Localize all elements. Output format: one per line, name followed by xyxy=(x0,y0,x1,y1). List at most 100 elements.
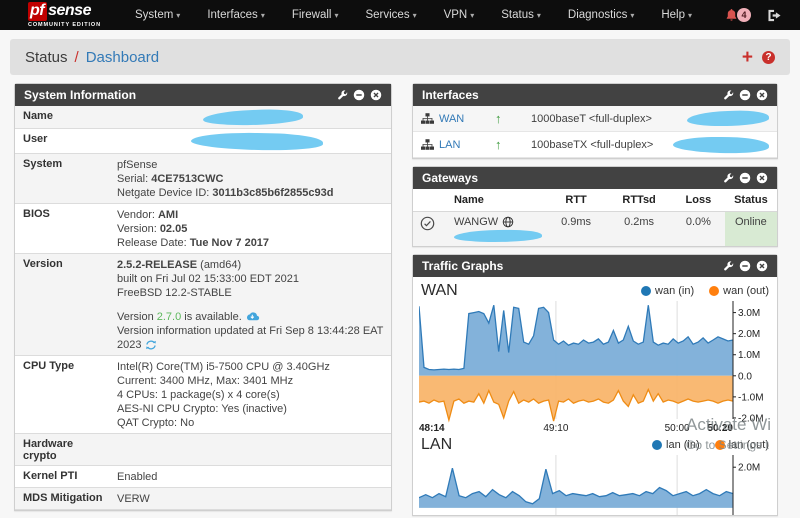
redacted-value xyxy=(190,131,324,152)
minus-circle-icon[interactable] xyxy=(739,89,751,101)
sysinfo-row-kernel-pti: Kernel PTI Enabled xyxy=(15,466,391,488)
refresh-icon[interactable] xyxy=(145,339,157,351)
legend-item: lan (in) xyxy=(652,439,700,451)
lan-graph-section: LAN lan (in) lan (out) 2.0M xyxy=(419,434,771,515)
svg-text:2.0M: 2.0M xyxy=(738,329,760,340)
interface-link-lan[interactable]: LAN xyxy=(439,139,473,151)
breadcrumb-section: Status xyxy=(25,48,68,66)
wrench-icon[interactable] xyxy=(337,89,348,101)
close-circle-icon[interactable] xyxy=(756,260,768,272)
value-line: Current: 3400 MHz, Max: 3401 MHz xyxy=(117,374,385,388)
caret-down-icon: ▾ xyxy=(176,11,181,20)
breadcrumb-page-link[interactable]: Dashboard xyxy=(86,49,159,66)
pfsense-logo-text: pf sense xyxy=(28,1,101,21)
minus-circle-icon[interactable] xyxy=(739,172,751,184)
menu-interfaces[interactable]: Interfaces ▾ xyxy=(207,9,265,21)
gateways-header: Gateways xyxy=(413,167,777,189)
minus-circle-icon[interactable] xyxy=(739,260,751,272)
value-text: Release Date: xyxy=(117,237,190,249)
dashboard-main: System Information Name User System pfSense… xyxy=(0,83,800,518)
sitemap-icon xyxy=(421,139,434,150)
close-circle-icon[interactable] xyxy=(756,172,768,184)
wrench-icon[interactable] xyxy=(723,89,734,101)
menu-label: System xyxy=(134,9,174,21)
traffic-graphs-panel: Traffic Graphs WAN wan (in) wan (out) 3.0M 2… xyxy=(412,254,778,516)
menu-diagnostics[interactable]: Diagnostics ▾ xyxy=(568,9,634,21)
redacted-value xyxy=(453,229,543,243)
globe-icon xyxy=(502,216,514,228)
panel-title: Interfaces xyxy=(422,88,479,102)
value-text: 02.05 xyxy=(159,223,188,235)
value-text: AES-NI CPU Crypto: Yes (inactive) xyxy=(117,403,287,415)
value-line: Vendor: AMI xyxy=(117,208,385,222)
logo-edition: COMMUNITY EDITION xyxy=(28,21,101,28)
close-circle-icon[interactable] xyxy=(756,89,768,101)
row-value: 2.5.2-RELEASE (amd64) built on Fri Jul 02… xyxy=(113,254,391,356)
wrench-icon[interactable] xyxy=(723,260,734,272)
legend-dot-icon xyxy=(652,440,663,450)
cloud-download-icon[interactable] xyxy=(245,311,260,323)
value-text: Version xyxy=(117,311,157,323)
row-value: Enabled xyxy=(113,466,391,488)
value-text: VERW xyxy=(117,493,150,505)
menu-status[interactable]: Status ▾ xyxy=(501,9,541,21)
gateway-name-cell: WANGW xyxy=(442,212,546,247)
value-text: Tue Nov 7 2017 xyxy=(189,237,270,249)
legend-dot-icon xyxy=(709,286,720,296)
gateway-rtt: 0.9ms xyxy=(561,216,592,228)
value-text: Version information updated at Fri Sep 8… xyxy=(117,325,384,351)
menu-firewall[interactable]: Firewall ▾ xyxy=(292,9,339,21)
breadcrumb-separator: / xyxy=(74,48,79,66)
interface-row-wan: WAN ↑ 1000baseT <full-duplex> xyxy=(413,106,777,132)
caret-down-icon: ▾ xyxy=(688,11,693,20)
left-column: System Information Name User System pfSense… xyxy=(14,83,392,518)
row-label: CPU Type xyxy=(23,360,75,372)
svg-text:2.0M: 2.0M xyxy=(738,463,760,474)
interfaces-rows: WAN ↑ 1000baseT <full-duplex> LAN ↑ 100baseTX… xyxy=(413,106,777,158)
row-value: pfSense Serial: 4CE7513CWC Netgate Device … xyxy=(113,154,391,204)
logo-sense: sense xyxy=(48,1,91,19)
pfsense-logo[interactable]: pf sense COMMUNITY EDITION xyxy=(28,1,101,29)
logout-button[interactable] xyxy=(767,9,782,22)
sysinfo-row-user: User xyxy=(15,129,391,154)
nav-right: 4 xyxy=(725,8,782,22)
gw-col-status-icon xyxy=(413,189,442,212)
interface-link-wan[interactable]: WAN xyxy=(439,113,473,125)
value-line xyxy=(117,300,385,310)
menu-system[interactable]: System ▾ xyxy=(135,9,180,21)
gateway-rttsd: 0.2ms xyxy=(624,216,655,228)
interface-speed: 1000baseT <full-duplex> xyxy=(531,112,652,125)
menu-services[interactable]: Services ▾ xyxy=(365,9,416,21)
svg-text:1.0M: 1.0M xyxy=(738,350,760,361)
caret-down-icon: ▾ xyxy=(630,11,635,20)
menu-vpn[interactable]: VPN ▾ xyxy=(444,9,475,21)
value-text: Intel(R) Core(TM) i5-7500 CPU @ 3.40GHz xyxy=(117,361,330,373)
gw-col-rttsd: RTTsd xyxy=(606,189,672,212)
notifications-button[interactable]: 4 xyxy=(725,8,751,22)
value-line: QAT Crypto: No xyxy=(117,416,385,430)
help-icon[interactable]: ? xyxy=(762,50,775,64)
system-information-header: System Information xyxy=(15,84,391,106)
sysinfo-row-bios: BIOS Vendor: AMI Version: 02.05 Release Dat… xyxy=(15,204,391,254)
close-circle-icon[interactable] xyxy=(370,89,382,101)
add-widget-icon[interactable]: + xyxy=(742,48,753,67)
svg-text:48:14: 48:14 xyxy=(419,423,445,434)
system-information-table: Name User System pfSense Serial: 4CE7513CWC N… xyxy=(15,106,391,510)
interfaces-panel: Interfaces WAN ↑ 1000baseT <full-duplex> LA… xyxy=(412,83,778,159)
sysinfo-row-system: System pfSense Serial: 4CE7513CWC Netgate D… xyxy=(15,153,391,204)
sign-out-icon xyxy=(767,9,782,22)
panel-tools xyxy=(723,260,768,272)
value-line: Intel(R) Core(TM) i5-7500 CPU @ 3.40GHz xyxy=(117,360,385,374)
check-circle-icon xyxy=(420,216,435,231)
minus-circle-icon[interactable] xyxy=(353,89,365,101)
wrench-icon[interactable] xyxy=(723,172,734,184)
menu-label: VPN xyxy=(443,9,468,21)
lan-traffic-chart: 2.0M xyxy=(419,455,760,515)
gw-col-status: Status xyxy=(724,189,777,212)
breadcrumb: Status / Dashboard + ? xyxy=(10,39,790,75)
gateways-panel: Gateways Name RTT RTTsd Loss Status WANGW 0.9… xyxy=(412,166,778,247)
graph-legend: lan (in) lan (out) xyxy=(652,439,769,451)
menu-help[interactable]: Help ▾ xyxy=(661,9,692,21)
value-text: is available. xyxy=(181,311,245,323)
status-up-arrow-icon: ↑ xyxy=(495,111,502,126)
